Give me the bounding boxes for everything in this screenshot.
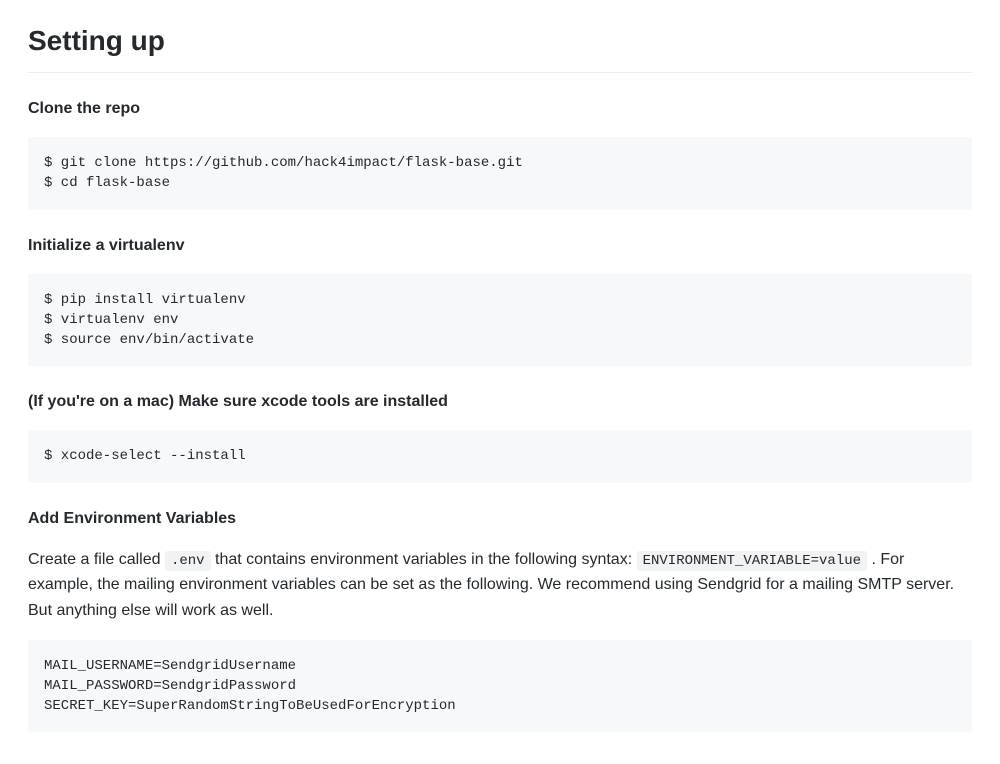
code-block-virtualenv[interactable]: $ pip install virtualenv $ virtualenv en… bbox=[28, 274, 972, 367]
section-title-virtualenv: Initialize a virtualenv bbox=[28, 234, 972, 258]
page-heading: Setting up bbox=[28, 20, 972, 73]
text-mid: that contains environment variables in t… bbox=[211, 551, 637, 568]
section-title-xcode: (If you're on a mac) Make sure xcode too… bbox=[28, 390, 972, 414]
code-block-clone[interactable]: $ git clone https://github.com/hack4impa… bbox=[28, 137, 972, 210]
text-before: Create a file called bbox=[28, 551, 165, 568]
inline-code-env: .env bbox=[165, 551, 211, 571]
envvars-paragraph: Create a file called .env that contains … bbox=[28, 547, 972, 624]
code-block-envvars[interactable]: MAIL_USERNAME=SendgridUsername MAIL_PASS… bbox=[28, 640, 972, 733]
code-block-xcode[interactable]: $ xcode-select --install bbox=[28, 430, 972, 482]
section-title-clone: Clone the repo bbox=[28, 97, 972, 121]
inline-code-syntax: ENVIRONMENT_VARIABLE=value bbox=[637, 551, 867, 571]
section-title-envvars: Add Environment Variables bbox=[28, 507, 972, 531]
